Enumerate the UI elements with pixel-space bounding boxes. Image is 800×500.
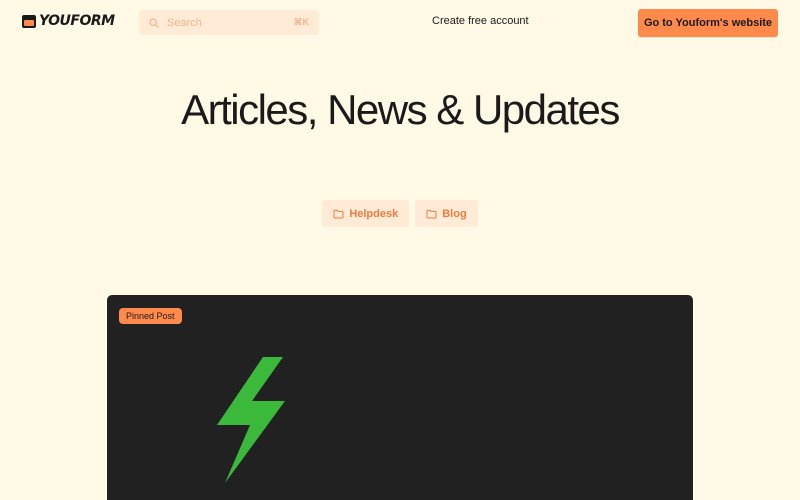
search-input[interactable]: Search ⌘K: [139, 10, 319, 35]
pinned-badge: Pinned Post: [119, 308, 182, 324]
page: YOUFORM Search ⌘K Create free account Go…: [0, 0, 800, 500]
page-title: Articles, News & Updates: [181, 86, 620, 133]
pinned-post-card[interactable]: Pinned Post: [107, 295, 693, 500]
search-shortcut: ⌘K: [293, 17, 310, 27]
folder-icon: [426, 209, 437, 219]
search-icon: [149, 17, 159, 28]
create-account-link[interactable]: Create free account: [432, 15, 529, 27]
folder-icon: [333, 209, 344, 219]
category-blog[interactable]: Blog: [415, 200, 478, 227]
search-placeholder: Search: [167, 16, 202, 29]
logo-icon: [22, 14, 36, 28]
logo[interactable]: YOUFORM: [22, 13, 115, 29]
category-label: Helpdesk: [349, 207, 399, 220]
site-header: YOUFORM Search ⌘K Create free account Go…: [0, 0, 800, 45]
logo-text: YOUFORM: [39, 13, 115, 29]
category-label: Blog: [442, 207, 467, 220]
go-to-website-button[interactable]: Go to Youform's website: [638, 9, 778, 37]
category-list: Helpdesk Blog: [0, 200, 800, 227]
category-helpdesk[interactable]: Helpdesk: [322, 200, 410, 227]
lightning-bolt-icon: [217, 357, 287, 488]
